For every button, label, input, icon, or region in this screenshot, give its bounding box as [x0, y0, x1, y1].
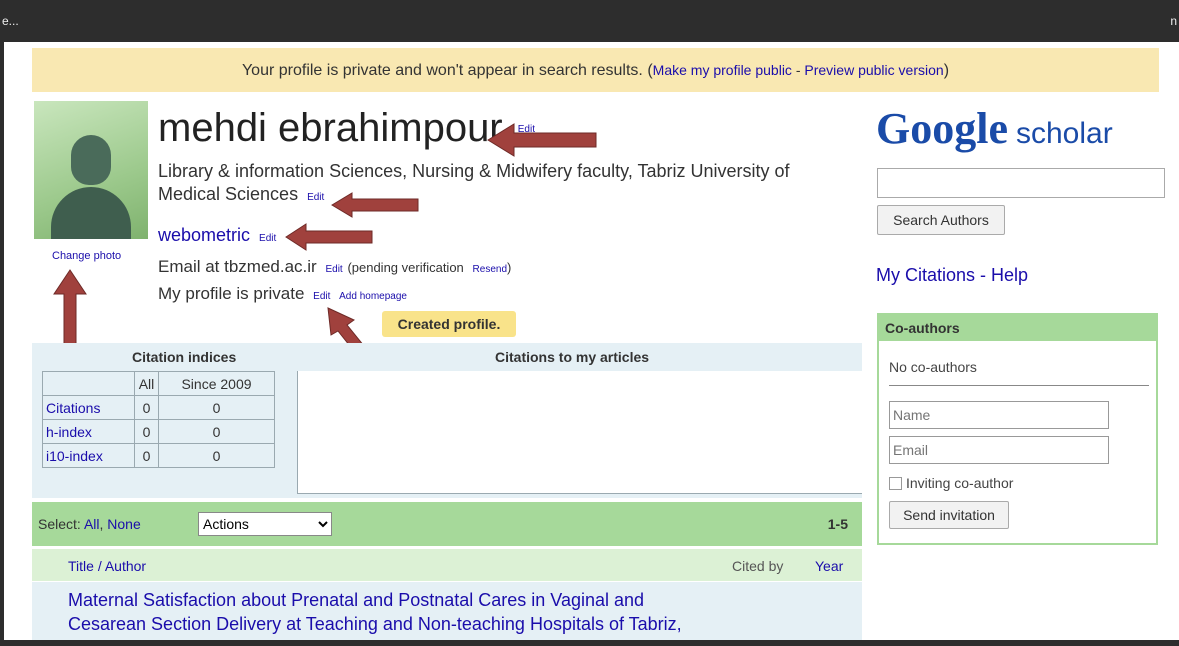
- annotation-arrow-icon: [285, 223, 373, 251]
- logo-letters: Google: [876, 104, 1008, 153]
- coauthor-name-input[interactable]: [889, 401, 1109, 429]
- email-close-paren: ): [507, 260, 512, 275]
- pending-verification-text: (pending verification: [347, 260, 464, 275]
- window-title: e...: [2, 14, 19, 28]
- my-citations-link[interactable]: My Citations: [876, 265, 975, 285]
- annotation-arrow-icon: [331, 192, 419, 218]
- avatar-head: [71, 135, 111, 185]
- citation-indices-table: All Since 2009 Citations 0 0 h-index 0 0…: [42, 371, 275, 468]
- privacy-text: My profile is private: [158, 284, 305, 303]
- no-coauthors-text: No co-authors: [889, 359, 977, 375]
- google-scholar-logo[interactable]: Google scholar: [876, 104, 1113, 159]
- cited-by-header: Cited by: [732, 558, 784, 574]
- citations-to-articles-heading: Citations to my articles: [495, 349, 650, 365]
- table-header-row: All Since 2009: [42, 371, 275, 396]
- table-header-cell: Since 2009: [158, 371, 275, 396]
- selection-toolbar: Select: All, None Actions 1-5: [32, 502, 862, 546]
- notice-close-paren: ): [943, 62, 950, 79]
- author-search-input[interactable]: [877, 168, 1165, 198]
- edit-affiliation-link[interactable]: Edit: [307, 192, 324, 203]
- annotation-arrow-icon: [487, 123, 597, 157]
- list-item: Maternal Satisfaction about Prenatal and…: [32, 582, 862, 646]
- interest-link[interactable]: webometric: [158, 225, 250, 245]
- window-titlebar: e... n: [0, 0, 1179, 42]
- table-cell: 0: [158, 443, 275, 468]
- citation-indices-heading: Citation indices: [132, 349, 237, 365]
- avatar-shoulders: [51, 187, 131, 239]
- coauthors-heading: Co-authors: [879, 315, 1156, 341]
- select-label: Select:: [38, 516, 81, 532]
- actions-dropdown[interactable]: Actions: [198, 512, 332, 536]
- interest-row: webometric Edit: [158, 225, 276, 246]
- inviting-label: Inviting co-author: [906, 475, 1014, 491]
- table-cell: 0: [134, 419, 159, 444]
- edit-email-link[interactable]: Edit: [325, 264, 342, 275]
- help-link[interactable]: Help: [991, 265, 1028, 285]
- table-cell: 0: [134, 443, 159, 468]
- preview-public-version-link[interactable]: Preview public version: [804, 62, 943, 78]
- table-cell: 0: [158, 419, 275, 444]
- annotation-arrow-icon: [53, 269, 87, 347]
- i10-index-metric-link[interactable]: i10-index: [46, 448, 103, 464]
- change-photo-link[interactable]: Change photo: [52, 250, 121, 262]
- table-header-cell: All: [134, 371, 159, 396]
- privacy-row: My profile is private Edit Add homepage: [158, 284, 407, 304]
- divider: [889, 385, 1149, 386]
- edit-privacy-link[interactable]: Edit: [313, 291, 330, 302]
- article-title-link[interactable]: Maternal Satisfaction about Prenatal and…: [68, 588, 688, 646]
- table-header-cell: [42, 371, 135, 396]
- logo-google: Google: [876, 104, 1008, 153]
- notice-separator: -: [791, 62, 805, 78]
- h-index-metric-link[interactable]: h-index: [46, 424, 92, 440]
- window-title-right: n: [1170, 14, 1177, 28]
- sort-title-author-link[interactable]: Title / Author: [68, 558, 146, 574]
- my-citations-help: My Citations - Help: [876, 265, 1028, 286]
- select-comma: ,: [99, 516, 104, 532]
- send-invitation-button[interactable]: Send invitation: [889, 501, 1009, 529]
- coauthors-panel: Co-authors No co-authors Inviting co-aut…: [877, 313, 1158, 545]
- window-border-bottom: [0, 640, 1179, 646]
- profile-photo: [34, 101, 148, 239]
- coauthor-email-input[interactable]: [889, 436, 1109, 464]
- add-homepage-link[interactable]: Add homepage: [339, 291, 407, 302]
- inviting-coauthor-checkbox[interactable]: Inviting co-author: [889, 475, 1013, 491]
- private-profile-notice: Your profile is private and won't appear…: [32, 48, 1159, 92]
- table-cell: 0: [134, 395, 159, 420]
- table-row: h-index 0 0: [42, 419, 275, 444]
- citations-panel: Citation indices Citations to my article…: [32, 343, 862, 498]
- citations-metric-link[interactable]: Citations: [46, 400, 100, 416]
- created-profile-toast: Created profile.: [382, 311, 516, 337]
- select-none-link[interactable]: None: [107, 516, 140, 532]
- select-all-link[interactable]: All: [84, 516, 100, 532]
- search-authors-button[interactable]: Search Authors: [877, 205, 1005, 235]
- affiliation-row: Library & information Sciences, Nursing …: [158, 160, 838, 209]
- profile-name-row: mehdi ebrahimpour Edit: [158, 104, 535, 154]
- table-cell: 0: [158, 395, 275, 420]
- table-row: Citations 0 0: [42, 395, 275, 420]
- articles-column-header: Title / Author Cited by Year: [32, 549, 862, 581]
- email-row: Email at tbzmed.ac.ir Edit (pending veri…: [158, 257, 511, 277]
- results-range: 1-5: [827, 516, 848, 532]
- email-text: Email at tbzmed.ac.ir: [158, 257, 317, 276]
- affiliation-text: Library & information Sciences, Nursing …: [158, 161, 790, 204]
- edit-interests-link[interactable]: Edit: [259, 233, 276, 244]
- make-profile-public-link[interactable]: Make my profile public: [653, 62, 792, 78]
- profile-name: mehdi ebrahimpour: [158, 106, 503, 150]
- citations-graph-area: [297, 371, 862, 494]
- checkbox-icon: [889, 477, 902, 490]
- table-row: i10-index 0 0: [42, 443, 275, 468]
- select-controls: Select: All, None: [38, 516, 141, 532]
- help-separator: -: [975, 265, 992, 285]
- sort-year-link[interactable]: Year: [815, 558, 843, 574]
- resend-verification-link[interactable]: Resend: [473, 264, 507, 275]
- notice-text: Your profile is private and won't appear…: [241, 62, 653, 79]
- window-border: [0, 42, 4, 646]
- logo-scholar: scholar: [1015, 117, 1113, 150]
